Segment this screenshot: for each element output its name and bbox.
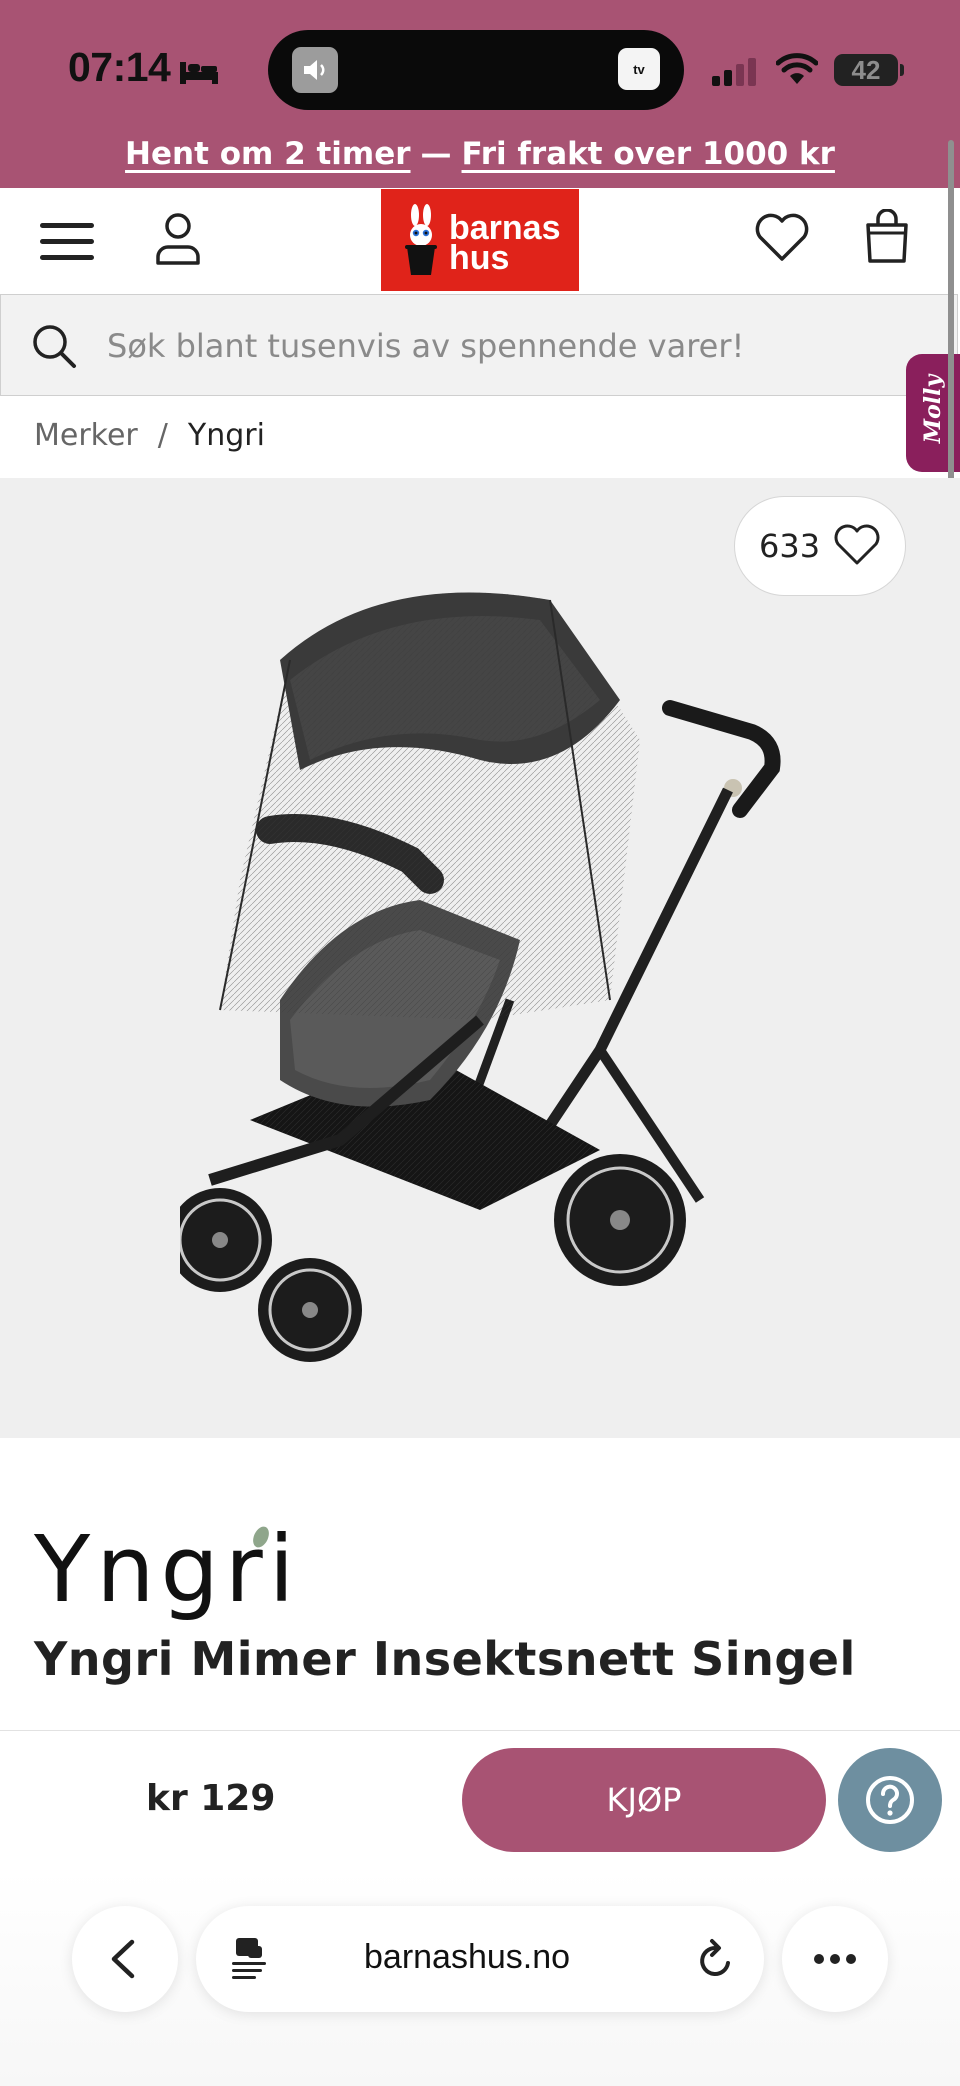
favorite-count: 633 bbox=[759, 527, 821, 565]
url-text[interactable]: barnashus.no bbox=[364, 1938, 570, 1977]
pickup-link[interactable]: Hent om 2 timer bbox=[125, 136, 410, 172]
logo-text: barnas hus bbox=[449, 211, 561, 277]
molly-label: Molly bbox=[920, 374, 946, 444]
breadcrumb-item-yngri[interactable]: Yngri bbox=[188, 418, 265, 453]
address-bar[interactable]: barnashus.no bbox=[196, 1906, 764, 2012]
wheel bbox=[554, 1154, 686, 1286]
status-time: 07:14 bbox=[68, 44, 171, 90]
bag-icon[interactable] bbox=[862, 209, 912, 265]
site-header: barnas hus bbox=[0, 189, 960, 293]
logo-line-2: hus bbox=[449, 239, 510, 277]
app-badge-tv: tv bbox=[618, 48, 660, 90]
stroller-product-image bbox=[180, 592, 781, 1362]
breadcrumb-item-merker[interactable]: Merker bbox=[34, 418, 138, 453]
page-menu-icon[interactable] bbox=[230, 1936, 270, 1982]
promo-banner: Hent om 2 timer — Fri frakt over 1000 kr bbox=[0, 136, 960, 172]
menu-icon[interactable] bbox=[38, 219, 96, 265]
help-button[interactable] bbox=[838, 1748, 942, 1852]
signal-icon bbox=[712, 58, 756, 86]
bed-icon bbox=[180, 62, 218, 84]
speaker-icon bbox=[292, 47, 338, 93]
search-input[interactable] bbox=[105, 317, 869, 375]
back-button[interactable] bbox=[72, 1906, 178, 2012]
promo-separator: — bbox=[420, 136, 452, 172]
chevron-left-icon bbox=[111, 1939, 135, 1979]
heart-icon bbox=[834, 524, 880, 565]
divider bbox=[0, 1730, 960, 1731]
account-icon[interactable] bbox=[154, 211, 202, 267]
site-logo[interactable]: barnas hus bbox=[381, 189, 579, 291]
reload-icon[interactable] bbox=[694, 1936, 738, 1982]
product-title: Yngri Mimer Insektsnett Singel bbox=[34, 1632, 856, 1686]
more-button[interactable] bbox=[782, 1906, 888, 2012]
breadcrumb-separator: / bbox=[157, 418, 168, 453]
battery-tip bbox=[900, 64, 904, 76]
shipping-link[interactable]: Fri frakt over 1000 kr bbox=[462, 136, 835, 172]
search-bar bbox=[0, 294, 958, 396]
search-icon[interactable] bbox=[31, 323, 77, 369]
wifi-icon bbox=[776, 53, 818, 84]
heart-icon[interactable] bbox=[754, 211, 810, 263]
wheel bbox=[258, 1258, 362, 1362]
buy-button[interactable]: KJØP bbox=[462, 1748, 826, 1852]
more-icon bbox=[814, 1954, 856, 1964]
question-icon bbox=[866, 1776, 914, 1824]
wheel bbox=[180, 1188, 272, 1292]
bunny-logo-icon bbox=[405, 204, 437, 275]
battery-icon: 42 bbox=[834, 54, 898, 86]
breadcrumb: Merker / Yngri bbox=[34, 418, 265, 453]
product-price: kr 129 bbox=[146, 1778, 276, 1819]
